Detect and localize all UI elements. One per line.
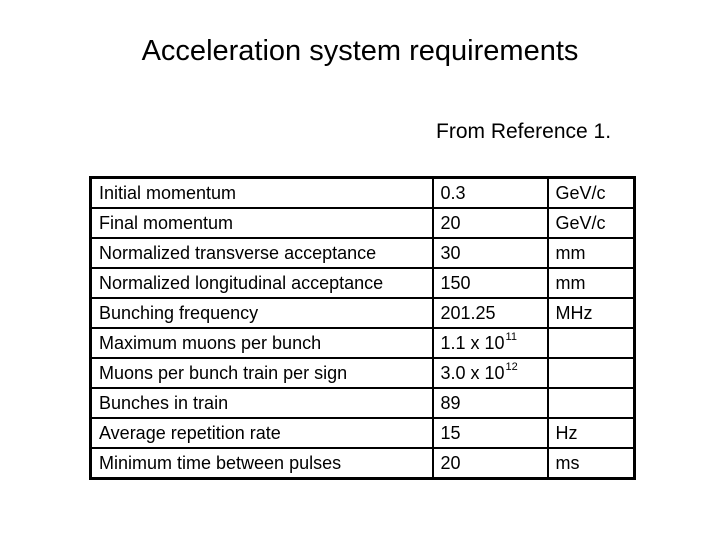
- value-cell: 201.25: [431, 297, 549, 329]
- value-text: 150: [440, 273, 471, 293]
- value-text: 3.0 x 10: [440, 363, 505, 383]
- requirements-table-body: Initial momentum 0.3 GeV/c Final momentum 20…: [89, 176, 636, 480]
- unit-cell: GeV/c: [546, 207, 636, 239]
- value-cell: 0.3: [431, 176, 549, 209]
- table-row: Initial momentum 0.3 GeV/c: [89, 176, 636, 209]
- value-text: 20: [440, 453, 461, 473]
- table-row: Normalized transverse acceptance 30 mm: [89, 237, 636, 269]
- table-row: Average repetition rate 15 Hz: [89, 417, 636, 449]
- value-cell: 20: [431, 207, 549, 239]
- parameter-cell: Initial momentum: [89, 176, 434, 209]
- value-text: 0.3: [440, 183, 466, 203]
- unit-cell: MHz: [546, 297, 636, 329]
- value-cell: 89: [431, 387, 549, 419]
- value-text: 201.25: [440, 303, 496, 323]
- value-exponent: 12: [505, 361, 518, 373]
- value-text: 89: [440, 393, 461, 413]
- table-row: Bunching frequency 201.25 MHz: [89, 297, 636, 329]
- unit-cell: [546, 357, 636, 389]
- value-text: 1.1 x 10: [440, 333, 505, 353]
- table-row: Minimum time between pulses 20 ms: [89, 447, 636, 480]
- table-row: Maximum muons per bunch 1.1 x 1011: [89, 327, 636, 359]
- page-title: Acceleration system requirements: [141, 35, 579, 67]
- unit-cell: Hz: [546, 417, 636, 449]
- value-cell: 1.1 x 1011: [431, 327, 549, 359]
- parameter-cell: Normalized transverse acceptance: [89, 237, 434, 269]
- parameter-cell: Final momentum: [89, 207, 434, 239]
- unit-cell: [546, 387, 636, 419]
- value-exponent: 11: [505, 331, 517, 343]
- parameter-cell: Normalized longitudinal acceptance: [89, 267, 434, 299]
- value-text: 20: [440, 213, 461, 233]
- value-cell: 20: [431, 447, 549, 480]
- parameter-cell: Average repetition rate: [89, 417, 434, 449]
- parameter-cell: Bunches in train: [89, 387, 434, 419]
- unit-cell: GeV/c: [546, 176, 636, 209]
- requirements-table: Initial momentum 0.3 GeV/c Final momentum 20…: [89, 176, 636, 480]
- table-row: Muons per bunch train per sign 3.0 x 1012: [89, 357, 636, 389]
- unit-cell: [546, 327, 636, 359]
- unit-cell: mm: [546, 237, 636, 269]
- table-row: Final momentum 20 GeV/c: [89, 207, 636, 239]
- value-text: 15: [440, 423, 461, 443]
- value-cell: 3.0 x 1012: [431, 357, 549, 389]
- parameter-cell: Maximum muons per bunch: [89, 327, 434, 359]
- parameter-cell: Minimum time between pulses: [89, 447, 434, 480]
- value-cell: 15: [431, 417, 549, 449]
- table-row: Bunches in train 89: [89, 387, 636, 419]
- parameter-cell: Bunching frequency: [89, 297, 434, 329]
- value-text: 30: [440, 243, 461, 263]
- unit-cell: ms: [546, 447, 636, 480]
- reference-note: From Reference 1.: [436, 120, 612, 143]
- value-cell: 150: [431, 267, 549, 299]
- value-cell: 30: [431, 237, 549, 269]
- unit-cell: mm: [546, 267, 636, 299]
- table-row: Normalized longitudinal acceptance 150 mm: [89, 267, 636, 299]
- parameter-cell: Muons per bunch train per sign: [89, 357, 434, 389]
